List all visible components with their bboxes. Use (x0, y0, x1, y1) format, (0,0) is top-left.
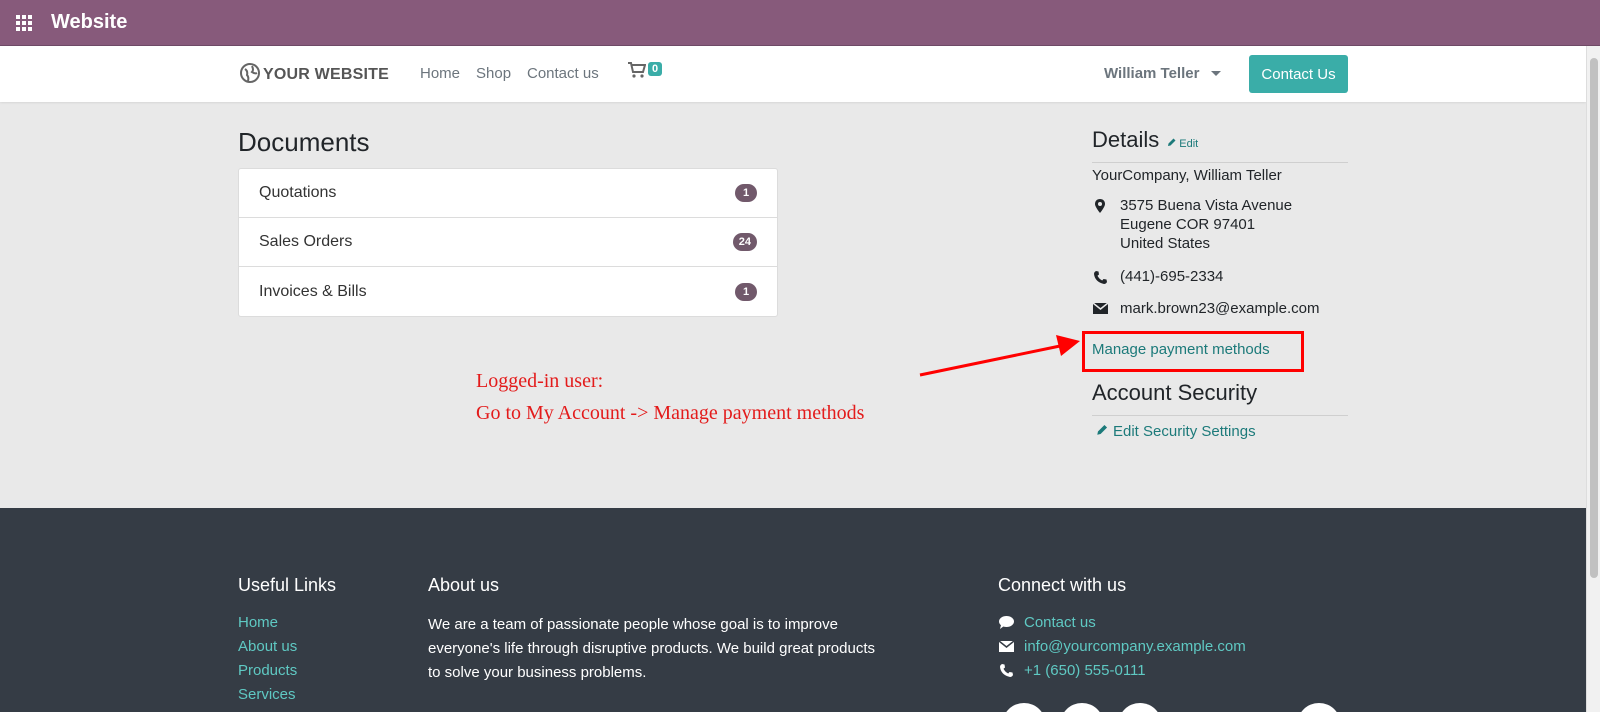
useful-links-title: Useful Links (238, 575, 337, 595)
connect-title: Connect with us (998, 575, 1127, 595)
count-badge: 1 (735, 282, 757, 301)
about-us-title: About us (428, 575, 500, 595)
document-label: Quotations (259, 184, 337, 201)
address-line-3: United States (1120, 235, 1211, 252)
count-badge: 1 (735, 184, 757, 202)
phone-icon (998, 664, 1014, 677)
user-menu-dropdown[interactable]: William Teller (1104, 65, 1222, 82)
comment-icon (998, 616, 1014, 629)
documents-list: Quotations 1 Sales Orders 24 Invoices & … (238, 168, 778, 317)
footer-email-link[interactable]: info@yourcompany.example.com (1024, 638, 1246, 655)
email-address: mark.brown23@example.com (1120, 300, 1320, 317)
map-marker-icon (1092, 196, 1108, 253)
document-label: Sales Orders (259, 233, 353, 250)
footer-email-row[interactable]: info@yourcompany.example.com (998, 638, 1246, 655)
contact-us-button[interactable]: Contact Us (1249, 55, 1348, 93)
edit-label: Edit (1179, 137, 1199, 150)
address-line-2: Eugene COR 97401 (1120, 216, 1256, 233)
highlight-box (1082, 331, 1304, 372)
logo-text: YOUR WEBSITE (263, 66, 389, 83)
footer-link-services[interactable]: Services (238, 686, 296, 703)
app-title: Website (51, 11, 128, 33)
cart-count-badge: 0 (648, 62, 663, 76)
footer-link-home[interactable]: Home (238, 614, 278, 631)
details-section: Details Edit (1092, 127, 1198, 153)
document-item-sales-orders[interactable]: Sales Orders 24 (239, 218, 777, 267)
envelope-icon (1092, 300, 1108, 317)
chevron-down-icon (1211, 71, 1222, 76)
envelope-icon (998, 641, 1014, 652)
document-item-invoices[interactable]: Invoices & Bills 1 (239, 267, 777, 316)
pencil-icon (1096, 423, 1109, 440)
address-line-1: 3575 Buena Vista Avenue (1120, 197, 1293, 214)
website-navbar: YOUR WEBSITE Home Shop Contact us 0 Will… (0, 46, 1586, 102)
about-us-text: We are a team of passionate people whose… (428, 616, 875, 681)
document-label: Invoices & Bills (259, 282, 367, 300)
account-security-title: Account Security (1092, 380, 1258, 405)
globe-icon (240, 62, 260, 88)
divider (1092, 415, 1348, 416)
footer-link-products[interactable]: Products (238, 662, 297, 679)
annotation-line-2: Go to My Account -> Manage payment metho… (476, 402, 865, 424)
phone-row: (441)-695-2334 (1092, 268, 1223, 285)
divider (1092, 162, 1348, 163)
edit-security-label: Edit Security Settings (1113, 423, 1256, 440)
shopping-cart-icon[interactable] (628, 62, 647, 83)
user-name: William Teller (1104, 65, 1200, 82)
annotation-text: Logged-in user: Go to My Account -> Mana… (476, 365, 864, 429)
document-item-quotations[interactable]: Quotations 1 (239, 169, 777, 218)
phone-icon (1092, 268, 1108, 285)
footer-phone-link[interactable]: +1 (650) 555-0111 (1024, 662, 1146, 679)
details-title: Details (1092, 127, 1160, 152)
count-badge: 24 (732, 233, 757, 251)
footer-contact-link[interactable]: Contact us (1024, 614, 1096, 631)
documents-title: Documents (238, 127, 370, 157)
phone-number: (441)-695-2334 (1120, 268, 1224, 285)
company-name: YourCompany, William Teller (1092, 167, 1282, 184)
pencil-icon (1167, 137, 1177, 150)
app-bar: Website (0, 0, 1600, 46)
nav-shop-link[interactable]: Shop (476, 65, 511, 82)
annotation-line-1: Logged-in user: (476, 370, 604, 392)
page-scrollbar[interactable] (1586, 46, 1600, 712)
nav-home-link[interactable]: Home (420, 65, 460, 82)
footer-phone-row[interactable]: +1 (650) 555-0111 (998, 662, 1146, 679)
footer-link-about[interactable]: About us (238, 638, 297, 655)
scrollbar-thumb[interactable] (1590, 58, 1598, 578)
nav-contact-link[interactable]: Contact us (527, 65, 599, 82)
address-row: 3575 Buena Vista Avenue Eugene COR 97401… (1092, 196, 1292, 253)
website-logo[interactable]: YOUR WEBSITE (240, 60, 389, 90)
footer-contact-row[interactable]: Contact us (998, 614, 1096, 631)
edit-details-link[interactable]: Edit (1167, 137, 1198, 150)
apps-menu-icon[interactable] (0, 0, 50, 46)
email-row: mark.brown23@example.com (1092, 300, 1319, 317)
edit-security-settings-link[interactable]: Edit Security Settings (1096, 423, 1256, 440)
